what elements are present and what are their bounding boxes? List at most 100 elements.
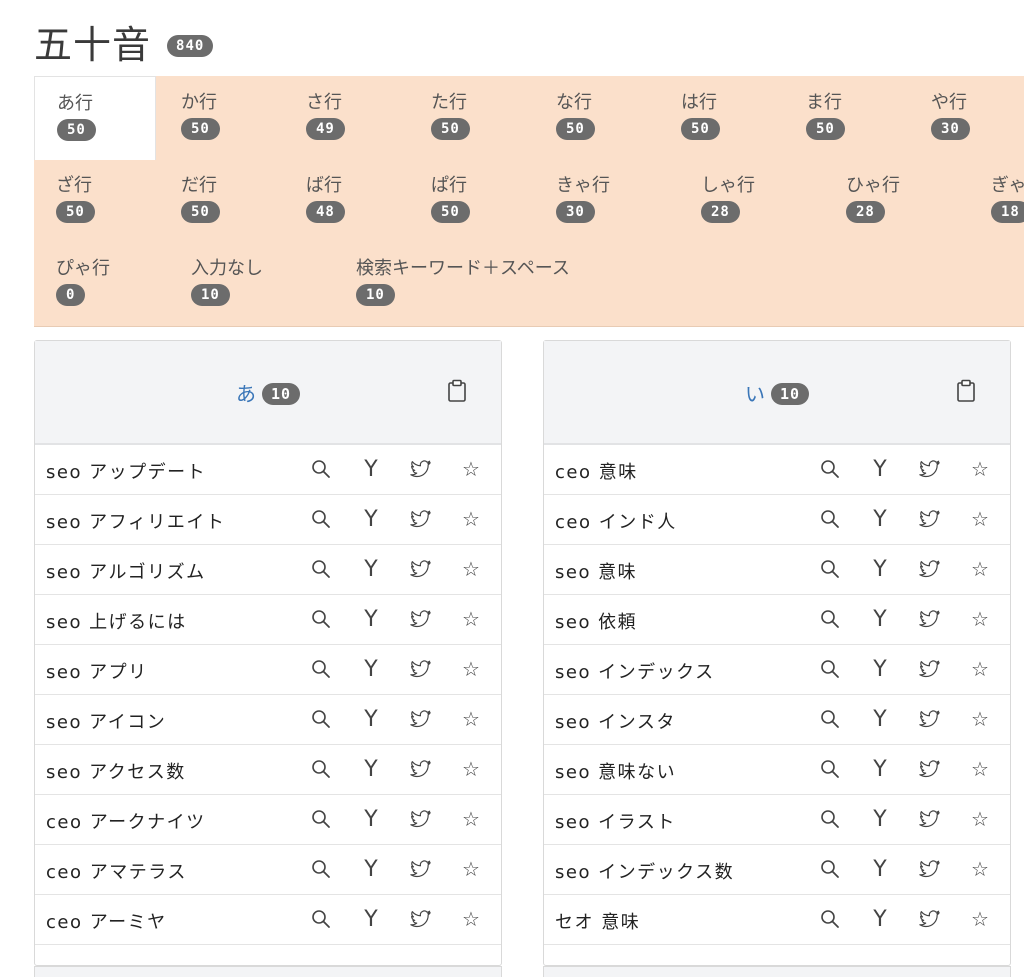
- clipboard-icon[interactable]: [447, 379, 467, 403]
- twitter-icon[interactable]: [407, 655, 435, 683]
- keyword-text[interactable]: seo 依頼: [555, 608, 637, 634]
- search-icon[interactable]: [816, 655, 844, 683]
- keyword-text[interactable]: ceo インド人: [555, 508, 677, 534]
- yahoo-icon[interactable]: Y: [866, 505, 894, 533]
- tab-15[interactable]: ぎゃ 18: [969, 159, 1024, 243]
- search-icon[interactable]: [816, 855, 844, 883]
- yahoo-icon[interactable]: Y: [357, 755, 385, 783]
- yahoo-icon[interactable]: Y: [357, 705, 385, 733]
- keyword-text[interactable]: ceo アマテラス: [46, 858, 187, 884]
- search-icon[interactable]: [816, 755, 844, 783]
- yahoo-icon[interactable]: Y: [357, 655, 385, 683]
- twitter-icon[interactable]: [916, 705, 944, 733]
- yahoo-icon[interactable]: Y: [357, 505, 385, 533]
- twitter-icon[interactable]: [407, 505, 435, 533]
- twitter-icon[interactable]: [407, 855, 435, 883]
- twitter-icon[interactable]: [407, 805, 435, 833]
- yahoo-icon[interactable]: Y: [866, 805, 894, 833]
- search-icon[interactable]: [307, 455, 335, 483]
- tab-3[interactable]: た行 50: [409, 76, 470, 160]
- twitter-icon[interactable]: [916, 455, 944, 483]
- tab-1[interactable]: か行 50: [159, 76, 220, 160]
- tab-5[interactable]: は行 50: [659, 76, 720, 160]
- star-icon[interactable]: ☆: [966, 605, 994, 633]
- star-icon[interactable]: ☆: [966, 655, 994, 683]
- tab-12[interactable]: きゃ行 30: [534, 159, 610, 243]
- keyword-text[interactable]: seo アクセス数: [46, 758, 186, 784]
- yahoo-icon[interactable]: Y: [357, 905, 385, 933]
- yahoo-icon[interactable]: Y: [866, 905, 894, 933]
- star-icon[interactable]: ☆: [457, 455, 485, 483]
- keyword-text[interactable]: seo アップデート: [46, 458, 206, 484]
- keyword-text[interactable]: seo 意味ない: [555, 758, 676, 784]
- yahoo-icon[interactable]: Y: [866, 855, 894, 883]
- keyword-text[interactable]: seo 意味: [555, 558, 637, 584]
- tab-11[interactable]: ぱ行 50: [409, 159, 470, 243]
- keyword-text[interactable]: seo アルゴリズム: [46, 558, 206, 584]
- search-icon[interactable]: [307, 805, 335, 833]
- tab-6[interactable]: ま行 50: [784, 76, 845, 160]
- search-icon[interactable]: [816, 505, 844, 533]
- star-icon[interactable]: ☆: [457, 605, 485, 633]
- keyword-text[interactable]: seo アフィリエイト: [46, 508, 225, 534]
- keyword-text[interactable]: seo イラスト: [555, 808, 676, 834]
- tab-8[interactable]: ざ行 50: [34, 159, 95, 243]
- keyword-text[interactable]: seo 上げるには: [46, 608, 187, 634]
- star-icon[interactable]: ☆: [457, 755, 485, 783]
- tab-0[interactable]: あ行 50: [34, 76, 156, 160]
- yahoo-icon[interactable]: Y: [866, 605, 894, 633]
- twitter-icon[interactable]: [407, 605, 435, 633]
- keyword-text[interactable]: seo インスタ: [555, 708, 676, 734]
- clipboard-icon[interactable]: [956, 379, 976, 403]
- star-icon[interactable]: ☆: [457, 555, 485, 583]
- star-icon[interactable]: ☆: [966, 805, 994, 833]
- tab-2[interactable]: さ行 49: [284, 76, 345, 160]
- twitter-icon[interactable]: [407, 455, 435, 483]
- search-icon[interactable]: [307, 905, 335, 933]
- twitter-icon[interactable]: [407, 905, 435, 933]
- tab-18[interactable]: 検索キーワード＋スペース 10: [334, 242, 570, 326]
- tab-9[interactable]: だ行 50: [159, 159, 220, 243]
- search-icon[interactable]: [816, 805, 844, 833]
- yahoo-icon[interactable]: Y: [866, 555, 894, 583]
- twitter-icon[interactable]: [916, 655, 944, 683]
- tab-14[interactable]: ひゃ行 28: [824, 159, 900, 243]
- star-icon[interactable]: ☆: [966, 555, 994, 583]
- tab-10[interactable]: ば行 48: [284, 159, 345, 243]
- keyword-text[interactable]: ceo 意味: [555, 458, 638, 484]
- search-icon[interactable]: [816, 705, 844, 733]
- search-icon[interactable]: [307, 755, 335, 783]
- search-icon[interactable]: [307, 555, 335, 583]
- twitter-icon[interactable]: [916, 755, 944, 783]
- yahoo-icon[interactable]: Y: [357, 805, 385, 833]
- keyword-text[interactable]: seo インデックス: [555, 658, 715, 684]
- star-icon[interactable]: ☆: [966, 755, 994, 783]
- search-icon[interactable]: [816, 555, 844, 583]
- twitter-icon[interactable]: [407, 555, 435, 583]
- search-icon[interactable]: [307, 705, 335, 733]
- yahoo-icon[interactable]: Y: [357, 555, 385, 583]
- yahoo-icon[interactable]: Y: [866, 705, 894, 733]
- card-kana[interactable]: い: [745, 382, 765, 406]
- search-icon[interactable]: [816, 905, 844, 933]
- star-icon[interactable]: ☆: [457, 805, 485, 833]
- search-icon[interactable]: [307, 655, 335, 683]
- keyword-text[interactable]: seo インデックス数: [555, 858, 734, 884]
- tab-7[interactable]: や行 30: [909, 76, 970, 160]
- tab-17[interactable]: 入力なし 10: [169, 242, 263, 326]
- keyword-text[interactable]: seo アプリ: [46, 658, 148, 684]
- tab-4[interactable]: な行 50: [534, 76, 595, 160]
- yahoo-icon[interactable]: Y: [866, 755, 894, 783]
- search-icon[interactable]: [816, 455, 844, 483]
- yahoo-icon[interactable]: Y: [357, 855, 385, 883]
- star-icon[interactable]: ☆: [966, 855, 994, 883]
- keyword-text[interactable]: ceo アーミヤ: [46, 908, 167, 934]
- star-icon[interactable]: ☆: [966, 705, 994, 733]
- twitter-icon[interactable]: [916, 505, 944, 533]
- search-icon[interactable]: [307, 505, 335, 533]
- tab-16[interactable]: ぴゃ行 0: [34, 242, 110, 326]
- star-icon[interactable]: ☆: [457, 855, 485, 883]
- twitter-icon[interactable]: [916, 605, 944, 633]
- star-icon[interactable]: ☆: [457, 705, 485, 733]
- twitter-icon[interactable]: [407, 755, 435, 783]
